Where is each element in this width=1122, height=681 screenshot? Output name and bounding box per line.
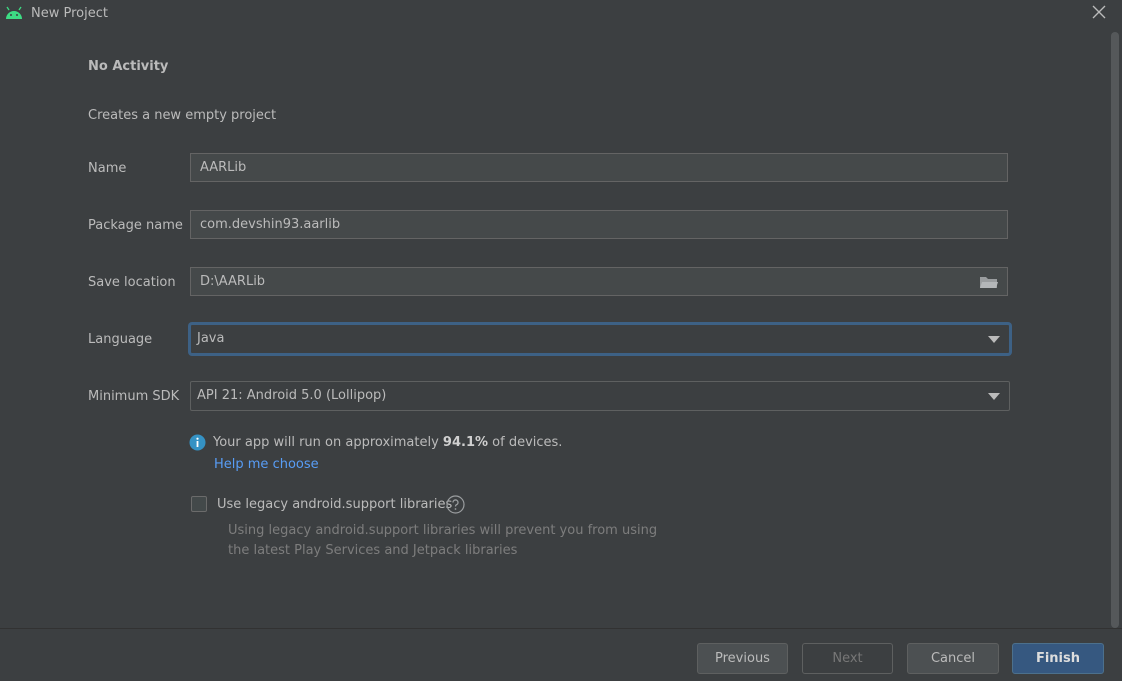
legacy-hint-line1: Using legacy android.support libraries w… [228,523,658,538]
package-name-label: Package name [88,218,183,233]
name-input[interactable]: AARLib [190,153,1008,182]
android-icon [6,6,22,19]
window-title: New Project [31,6,108,21]
cancel-button[interactable]: Cancel [907,643,999,674]
language-selected-value: Java [197,331,225,346]
folder-browse-icon[interactable] [979,274,999,290]
language-label: Language [88,332,153,347]
scrollbar-thumb[interactable] [1111,32,1119,628]
minimum-sdk-selected-value: API 21: Android 5.0 (Lollipop) [197,388,387,403]
legacy-hint-line2: the latest Play Services and Jetpack lib… [228,543,518,558]
language-dropdown[interactable]: Java [190,324,1010,354]
minimum-sdk-label: Minimum SDK [88,389,180,404]
finish-button[interactable]: Finish [1012,643,1104,674]
legacy-support-label[interactable]: Use legacy android.support libraries [217,497,452,512]
template-heading: No Activity [88,59,169,74]
minimum-sdk-dropdown[interactable]: API 21: Android 5.0 (Lollipop) [190,381,1010,411]
package-name-value: com.devshin93.aarlib [200,217,341,232]
legacy-support-checkbox[interactable] [191,496,207,512]
template-description: Creates a new empty project [88,108,277,123]
vertical-scrollbar[interactable] [1108,32,1122,628]
package-name-input[interactable]: com.devshin93.aarlib [190,210,1008,239]
title-bar: New Project [0,0,1122,30]
chevron-down-icon [988,393,1000,400]
device-coverage-text: Your app will run on approximately 94.1%… [213,435,563,450]
help-me-choose-link[interactable]: Help me choose [214,457,319,472]
save-location-label: Save location [88,275,176,290]
device-coverage-percent: 94.1% [442,435,489,450]
save-location-value: D:\AARLib [200,274,266,289]
info-icon [189,434,206,451]
previous-button[interactable]: Previous [697,643,788,674]
close-icon[interactable] [1088,1,1110,23]
name-input-value: AARLib [200,160,247,175]
question-icon[interactable] [446,495,465,514]
chevron-down-icon [988,336,1000,343]
save-location-input[interactable]: D:\AARLib [190,267,1008,296]
name-label: Name [88,161,127,176]
next-button[interactable]: Next [802,643,893,674]
